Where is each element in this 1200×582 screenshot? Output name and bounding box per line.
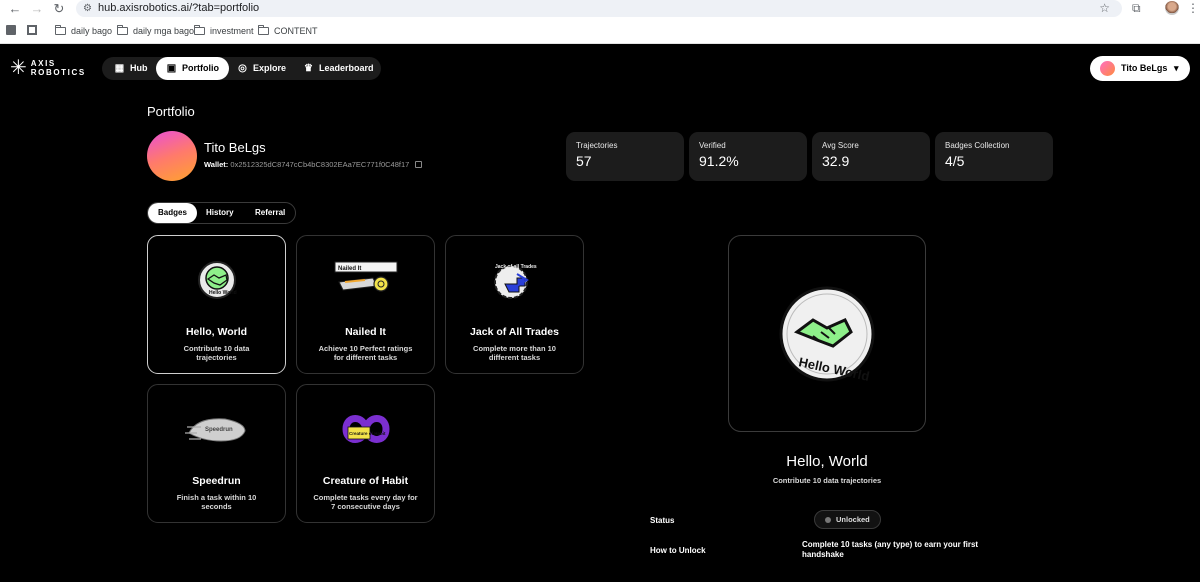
logo[interactable]: ✳ AXIS ROBOTICS bbox=[10, 58, 86, 78]
bookmark-item[interactable]: investment bbox=[194, 25, 254, 36]
logo-text: AXIS ROBOTICS bbox=[30, 59, 86, 77]
address-bar[interactable]: ⚙ hub.axisrobotics.ai/?tab=portfolio ☆ bbox=[76, 0, 1122, 17]
badge-desc: Finish a task within 10 seconds bbox=[176, 493, 257, 511]
badge-card-speedrun[interactable]: Speedrun Speedrun Finish a task within 1… bbox=[147, 384, 286, 523]
how-to-unlock-label: How to Unlock bbox=[650, 546, 706, 555]
wallet-label: Wallet: bbox=[204, 160, 229, 169]
folder-icon bbox=[55, 25, 66, 35]
copy-icon[interactable] bbox=[415, 161, 423, 168]
status-badge: Unlocked bbox=[814, 510, 881, 529]
user-menu-button[interactable]: Tito BeLgs ▾ bbox=[1090, 56, 1190, 81]
badge-desc: Complete more than 10 different tasks bbox=[473, 344, 556, 362]
infinity-badge-icon: Creature of Habit bbox=[341, 415, 390, 443]
extensions-icon[interactable]: ⧉ bbox=[1132, 0, 1141, 17]
nav-explore[interactable]: ◎ Explore bbox=[237, 57, 286, 80]
portfolio-chart-icon: ▣ bbox=[166, 63, 177, 74]
profile-name: Tito BeLgs bbox=[204, 140, 266, 155]
stat-label: Trajectories bbox=[576, 141, 618, 150]
badge-desc: Achieve 10 Perfect ratings for different… bbox=[318, 344, 413, 362]
reload-icon[interactable]: ↻ bbox=[48, 0, 70, 17]
selected-badge-desc: Contribute 10 data trajectories bbox=[772, 476, 882, 485]
bookmark-item[interactable]: CONTENT bbox=[258, 25, 318, 36]
trophy-icon: ♛ bbox=[304, 63, 313, 74]
nav-leaderboard[interactable]: ♛ Leaderboard bbox=[303, 57, 374, 80]
forward-icon[interactable]: → bbox=[26, 0, 48, 17]
stat-value: 91.2% bbox=[699, 153, 739, 169]
site-settings-icon[interactable]: ⚙ bbox=[83, 0, 92, 17]
main-nav: ▦ Hub ▣ Portfolio ◎ Explore ♛ Leaderboar… bbox=[102, 57, 381, 80]
stat-label: Verified bbox=[699, 141, 726, 150]
folder-icon bbox=[117, 25, 128, 35]
apps-icon[interactable] bbox=[6, 25, 16, 35]
status-text: Unlocked bbox=[836, 515, 870, 524]
badge-title: Jack of All Trades bbox=[470, 326, 559, 338]
stat-value: 57 bbox=[576, 153, 592, 169]
badge-card-hello-world[interactable]: Hello World Hello, World Contribute 10 d… bbox=[147, 235, 286, 374]
tab-referral[interactable]: Referral bbox=[255, 203, 285, 223]
back-icon[interactable]: ← bbox=[4, 0, 26, 17]
badge-card-jack-of-all-trades[interactable]: Jack of all Trades Jack of All Trades Co… bbox=[445, 235, 584, 374]
badge-card-creature-of-habit[interactable]: Creature of Habit Creature of Habit Comp… bbox=[296, 384, 435, 523]
stat-label: Avg Score bbox=[822, 141, 859, 150]
folder-icon bbox=[194, 25, 205, 35]
page-title: Portfolio bbox=[147, 104, 195, 119]
stat-label: Badges Collection bbox=[945, 141, 1010, 150]
svg-text:Speedrun: Speedrun bbox=[205, 427, 233, 433]
wallet-row: Wallet: 0x2512325dC8747cCb4bC8302EAa7EC7… bbox=[204, 160, 423, 169]
hub-grid-icon: ▦ bbox=[114, 63, 125, 74]
handshake-badge-large-icon: Hello World bbox=[779, 286, 875, 384]
browser-chrome: ← → ↻ ⚙ hub.axisrobotics.ai/?tab=portfol… bbox=[0, 0, 1200, 44]
tab-badges[interactable]: Badges bbox=[148, 203, 197, 223]
nav-portfolio[interactable]: ▣ Portfolio bbox=[156, 57, 229, 80]
tab-groups-icon[interactable] bbox=[27, 25, 37, 35]
svg-text:Creature of Habit: Creature of Habit bbox=[349, 431, 386, 436]
hammer-badge-icon: Nailed It bbox=[334, 261, 397, 292]
selected-badge-artwork: Hello World bbox=[728, 235, 926, 432]
badge-title: Creature of Habit bbox=[322, 475, 409, 487]
stat-value: 32.9 bbox=[822, 153, 850, 169]
badge-desc: Contribute 10 data trajectories bbox=[183, 344, 250, 362]
how-to-unlock-text: Complete 10 tasks (any type) to earn you… bbox=[802, 540, 979, 559]
handshake-badge-icon: Hello World bbox=[197, 261, 237, 299]
profile-avatar-icon[interactable] bbox=[1165, 1, 1179, 15]
bookmark-item[interactable]: daily bago bbox=[55, 25, 112, 36]
stat-verified: Verified 91.2% bbox=[689, 132, 807, 181]
stat-badges-collection: Badges Collection 4/5 bbox=[935, 132, 1053, 181]
badge-title: Nailed It bbox=[345, 326, 386, 338]
bookmark-star-icon[interactable]: ☆ bbox=[1099, 0, 1110, 17]
folder-icon bbox=[258, 25, 269, 35]
bookmark-item[interactable]: daily mga bago bbox=[117, 25, 194, 36]
badge-title: Hello, World bbox=[185, 326, 248, 338]
user-name: Tito BeLgs bbox=[1121, 63, 1168, 73]
svg-text:Nailed It: Nailed It bbox=[338, 266, 361, 272]
badge-desc: Complete tasks every day for 7 consecuti… bbox=[313, 493, 418, 511]
status-label: Status bbox=[650, 516, 675, 525]
chevron-down-icon: ▾ bbox=[1174, 63, 1179, 73]
axis-logo-icon: ✳ bbox=[10, 57, 27, 79]
profile-avatar bbox=[147, 131, 197, 181]
wallet-address: 0x2512325dC8747cCb4bC8302EAa7EC771f0C48f… bbox=[230, 160, 410, 169]
bookmarks-bar: daily bago daily mga bago investment CON… bbox=[0, 22, 1200, 40]
nav-hub[interactable]: ▦ Hub bbox=[114, 57, 148, 80]
svg-text:Hello World: Hello World bbox=[209, 290, 237, 296]
badge-title: Speedrun bbox=[192, 475, 241, 487]
user-avatar bbox=[1100, 61, 1115, 76]
status-dot-icon bbox=[825, 517, 831, 523]
stat-avg-score: Avg Score 32.9 bbox=[812, 132, 930, 181]
svg-text:Jack of all Trades: Jack of all Trades bbox=[495, 264, 537, 270]
stat-value: 4/5 bbox=[945, 153, 965, 169]
browser-menu-icon[interactable]: ⋮ bbox=[1187, 0, 1199, 17]
gear-badge-icon: Jack of all Trades bbox=[493, 264, 537, 299]
portfolio-tabs: Badges History Referral bbox=[147, 202, 296, 224]
speedrun-badge-icon: Speedrun bbox=[184, 418, 246, 442]
selected-badge-title: Hello, World bbox=[786, 453, 868, 470]
compass-icon: ◎ bbox=[238, 63, 247, 74]
badge-card-nailed-it[interactable]: Nailed It Nailed It Achieve 10 Perfect r… bbox=[296, 235, 435, 374]
tab-history[interactable]: History bbox=[206, 203, 234, 223]
url-text: hub.axisrobotics.ai/?tab=portfolio bbox=[98, 2, 260, 14]
stat-trajectories: Trajectories 57 bbox=[566, 132, 684, 181]
